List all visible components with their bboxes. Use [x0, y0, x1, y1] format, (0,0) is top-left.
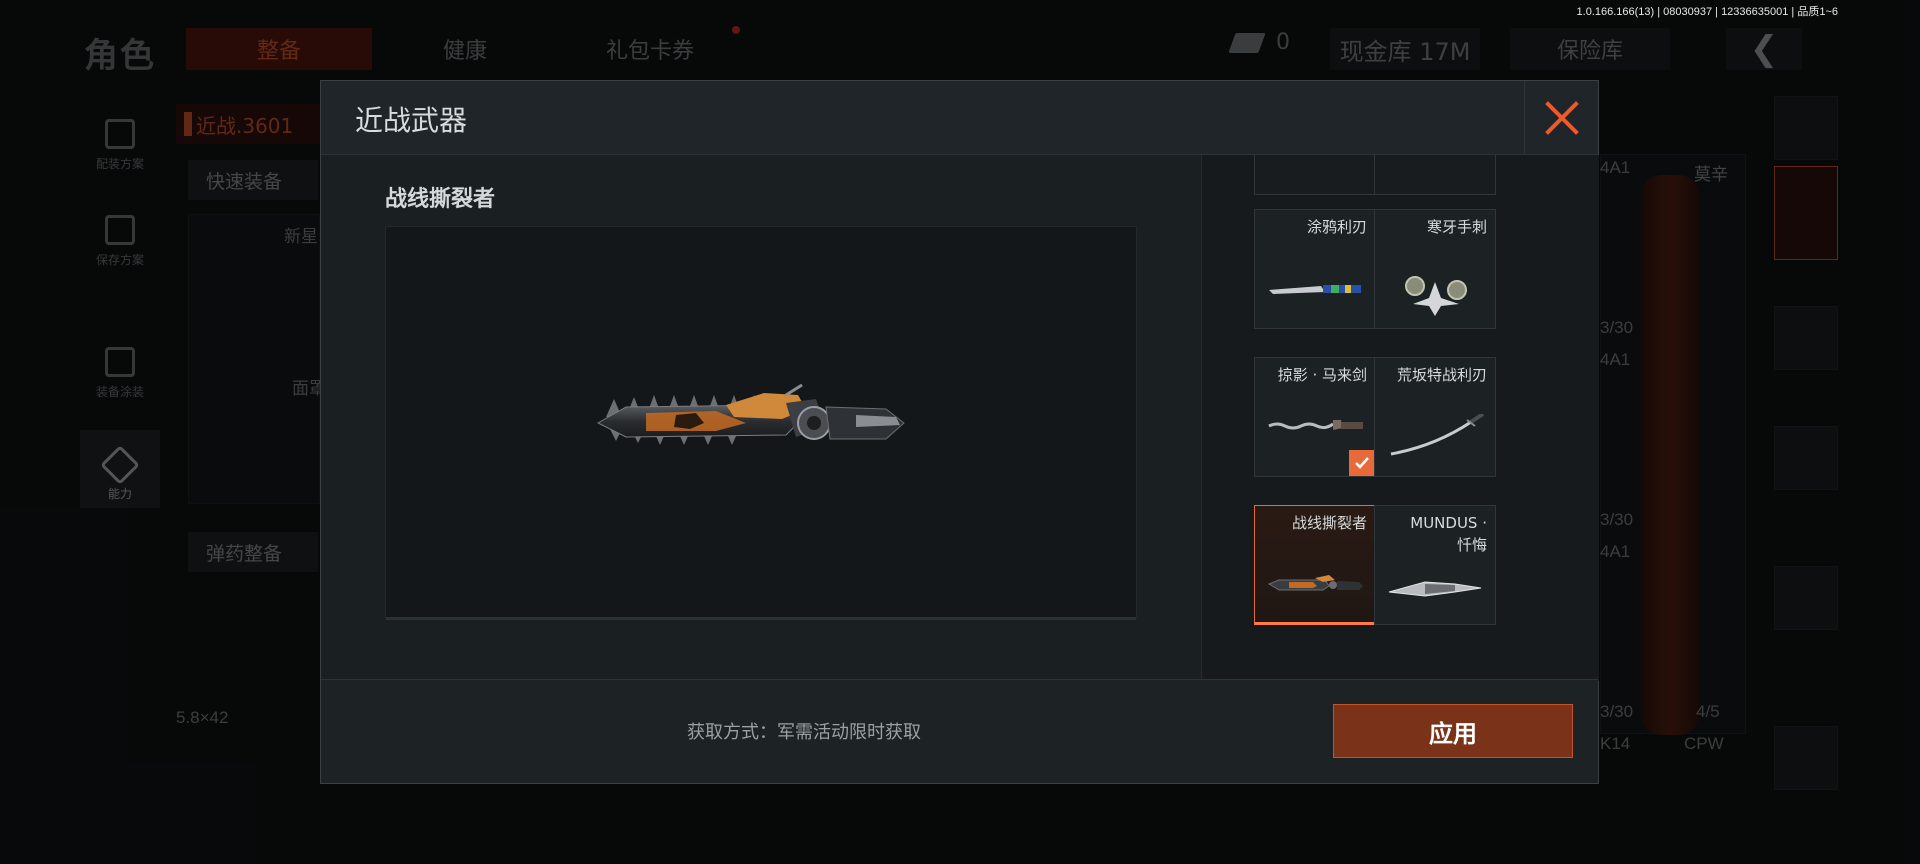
- acquire-method: 获取方式：军需活动限时获取: [687, 722, 921, 743]
- ticket-count: 0: [1276, 30, 1290, 55]
- chainsaw-blade-image: [596, 383, 905, 445]
- weapon-card-name: 寒牙手刺: [1426, 218, 1487, 236]
- right-slot-strip: [1752, 96, 1862, 856]
- side-item-skins[interactable]: 装备涂装: [80, 328, 160, 406]
- vest-icon: [105, 119, 135, 149]
- mundus-knife-image: [1388, 581, 1482, 597]
- apply-button[interactable]: 应用: [1333, 704, 1573, 758]
- slot-stack-icon[interactable]: [1774, 96, 1838, 160]
- ticket-counter: 0: [1228, 30, 1290, 55]
- ability-icon: [100, 445, 140, 485]
- side-item-loadout-plan[interactable]: 配装方案: [80, 100, 160, 178]
- tab-health[interactable]: 健康: [420, 28, 510, 70]
- helmet-label: 新星: [284, 227, 318, 246]
- weapon-card-mundus[interactable]: MUNDUS · 忏悔: [1374, 505, 1496, 625]
- weapon-card-name: 掠影 · 马来剑: [1277, 366, 1367, 384]
- close-icon: [1544, 101, 1579, 135]
- weapon-card-name: 荒坂特战利刃: [1396, 366, 1487, 384]
- tab-equip[interactable]: 整备: [186, 28, 372, 70]
- side-item-label: 配装方案: [95, 157, 144, 171]
- equipped-check: [1349, 450, 1375, 476]
- selected-weapon-name: 战线撕裂者: [385, 187, 496, 212]
- list-item-partial[interactable]: [1254, 155, 1376, 195]
- ammo-equip-label: 弹药整备: [206, 542, 283, 565]
- fang-claws-image: [1405, 276, 1467, 316]
- dialog-footer: 获取方式：军需活动限时获取 应用: [321, 679, 1598, 783]
- ticket-icon: [1228, 32, 1266, 53]
- weapon-card-name: MUNDUS · 忏悔: [1410, 512, 1487, 556]
- weapon-list[interactable]: 涂鸦利刃 寒牙手刺 掠影 · 马来剑 荒坂特战利刃 战线撕裂者 MUNDUS ·…: [1201, 155, 1599, 681]
- slot-helmet[interactable]: [1774, 166, 1838, 260]
- list-item-partial[interactable]: [1374, 155, 1496, 195]
- katana-image: [1390, 414, 1485, 456]
- dialog-header: 近战武器: [321, 81, 1598, 155]
- weapon-card-chainsaw-blade[interactable]: 战线撕裂者: [1254, 505, 1376, 625]
- weapon-slot-label: 4A1: [1600, 350, 1631, 369]
- weapon-slot-label: K14: [1600, 734, 1631, 753]
- slot-item[interactable]: [1774, 726, 1838, 790]
- back-button[interactable]: ❮: [1726, 28, 1802, 70]
- check-icon: [1355, 457, 1369, 469]
- weapon-preview[interactable]: [385, 226, 1137, 620]
- weapon-card-name-line1: MUNDUS ·: [1410, 514, 1487, 532]
- side-item-label: 能力: [107, 487, 132, 501]
- weapon-card-kris[interactable]: 掠影 · 马来剑: [1254, 357, 1376, 477]
- back-arrow-icon: ❮: [1749, 29, 1779, 69]
- weapon-slot-label: CPW: [1684, 734, 1724, 753]
- ammo-count: 3/30: [1600, 318, 1634, 337]
- weapon-card-katana[interactable]: 荒坂特战利刃: [1374, 357, 1496, 477]
- tab-gift-cards[interactable]: 礼包卡券: [590, 28, 710, 70]
- rifle-card[interactable]: [1600, 154, 1746, 735]
- side-item-save-plan[interactable]: 保存方案: [80, 196, 160, 274]
- dialog-title: 近战武器: [355, 104, 468, 137]
- build-info: 1.0.166.166(13) | 08030937 | 12336635001…: [1576, 6, 1838, 18]
- loadout-name[interactable]: 近战.3601: [176, 104, 336, 144]
- kris-image: [1268, 420, 1363, 430]
- weapon-card-name: 涂鸦利刃: [1306, 218, 1367, 236]
- close-button[interactable]: [1524, 81, 1598, 155]
- download-icon: [105, 215, 135, 245]
- quick-equip-label: 快速装备: [206, 170, 283, 193]
- rifle-image: [1641, 175, 1699, 735]
- ammo-count: 3/30: [1600, 702, 1634, 721]
- rifle-name: 莫辛: [1694, 165, 1728, 184]
- slot-item[interactable]: [1774, 566, 1838, 630]
- slot-rifle[interactable]: [1774, 426, 1838, 490]
- weapon-card-name: 战线撕裂者: [1291, 514, 1367, 532]
- side-item-label: 装备涂装: [95, 385, 144, 399]
- page-title: 角色: [84, 36, 156, 76]
- cash-vault-button[interactable]: 现金库 17M: [1330, 28, 1480, 70]
- insurance-vault-button[interactable]: 保险库: [1510, 28, 1670, 70]
- weapon-card-graffiti-blade[interactable]: 涂鸦利刃: [1254, 209, 1376, 329]
- quick-equip-button[interactable]: 快速装备: [188, 160, 318, 200]
- gear-panel: [188, 214, 320, 504]
- side-item-ability[interactable]: 能力: [80, 430, 160, 508]
- melee-weapon-dialog: 近战武器 战线撕裂者 涂鸦利刃 寒牙手刺 掠影 · 马来剑 荒坂特战利刃 战线撕…: [320, 80, 1599, 784]
- caliber-label: 5.8×42: [176, 708, 229, 727]
- notification-dot: [732, 26, 740, 34]
- helmet-icon: [105, 347, 135, 377]
- graffiti-blade-image: [1269, 285, 1361, 294]
- ammo-count: 3/30: [1600, 510, 1634, 529]
- durability-count: 4/5: [1696, 702, 1720, 721]
- weapon-slot-label: 4A1: [1600, 542, 1631, 561]
- slot-armor[interactable]: [1774, 306, 1838, 370]
- ammo-equip-button[interactable]: 弹药整备: [188, 532, 318, 572]
- weapon-card-fang-claws[interactable]: 寒牙手刺: [1374, 209, 1496, 329]
- weapon-slot-label: 4A1: [1600, 158, 1631, 177]
- weapon-card-name-line2: 忏悔: [1456, 536, 1487, 554]
- chainsaw-blade-image: [1267, 575, 1363, 591]
- side-item-label: 保存方案: [95, 253, 144, 267]
